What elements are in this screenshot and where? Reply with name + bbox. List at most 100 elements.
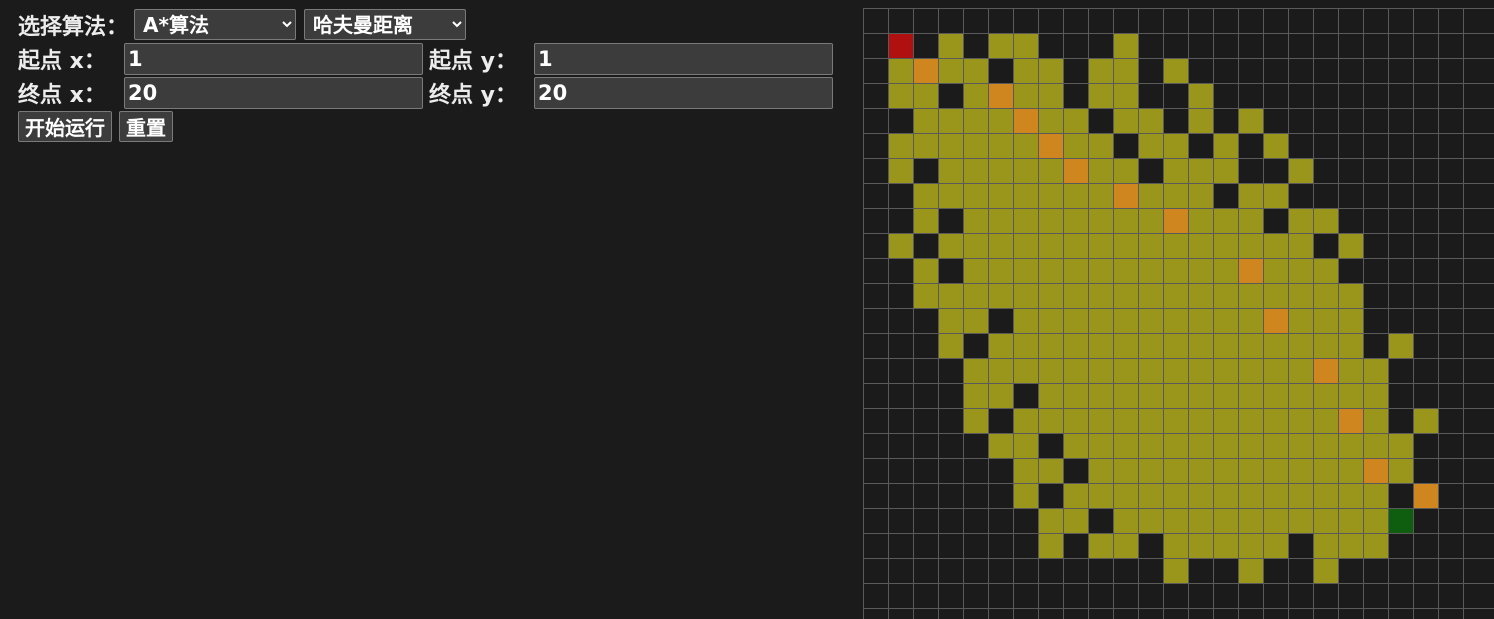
explored-cell[interactable] [1363, 433, 1388, 458]
explored-cell[interactable] [1288, 433, 1313, 458]
explored-cell[interactable] [1363, 358, 1388, 383]
explored-cell[interactable] [1013, 83, 1038, 108]
explored-cell[interactable] [1338, 283, 1363, 308]
path-cell[interactable] [1038, 133, 1063, 158]
explored-cell[interactable] [1238, 233, 1263, 258]
explored-cell[interactable] [938, 308, 963, 333]
explored-cell[interactable] [1238, 183, 1263, 208]
path-cell[interactable] [988, 83, 1013, 108]
explored-cell[interactable] [963, 358, 988, 383]
grid-canvas[interactable] [863, 8, 1494, 619]
explored-cell[interactable] [1013, 158, 1038, 183]
explored-cell[interactable] [1063, 108, 1088, 133]
algorithm-select[interactable]: A*算法 [134, 9, 297, 40]
explored-cell[interactable] [1113, 83, 1138, 108]
explored-cell[interactable] [1238, 208, 1263, 233]
explored-cell[interactable] [1138, 283, 1163, 308]
explored-cell[interactable] [1313, 383, 1338, 408]
explored-cell[interactable] [1238, 483, 1263, 508]
explored-cell[interactable] [1263, 133, 1288, 158]
explored-cell[interactable] [1188, 508, 1213, 533]
explored-cell[interactable] [1013, 433, 1038, 458]
explored-cell[interactable] [1338, 333, 1363, 358]
explored-cell[interactable] [1138, 308, 1163, 333]
end-cell[interactable] [1388, 508, 1413, 533]
explored-cell[interactable] [1138, 508, 1163, 533]
explored-cell[interactable] [1088, 308, 1113, 333]
explored-cell[interactable] [1288, 333, 1313, 358]
explored-cell[interactable] [1138, 408, 1163, 433]
explored-cell[interactable] [1213, 508, 1238, 533]
explored-cell[interactable] [938, 283, 963, 308]
explored-cell[interactable] [1338, 383, 1363, 408]
path-cell[interactable] [1313, 358, 1338, 383]
explored-cell[interactable] [963, 233, 988, 258]
explored-cell[interactable] [963, 133, 988, 158]
explored-cell[interactable] [1188, 208, 1213, 233]
explored-cell[interactable] [1313, 208, 1338, 233]
explored-cell[interactable] [1113, 33, 1138, 58]
explored-cell[interactable] [1213, 533, 1238, 558]
explored-cell[interactable] [1213, 258, 1238, 283]
explored-cell[interactable] [1113, 308, 1138, 333]
explored-cell[interactable] [988, 33, 1013, 58]
explored-cell[interactable] [1238, 458, 1263, 483]
grid-board[interactable] [863, 8, 1494, 619]
explored-cell[interactable] [1038, 208, 1063, 233]
explored-cell[interactable] [1363, 483, 1388, 508]
explored-cell[interactable] [1163, 383, 1188, 408]
explored-cell[interactable] [1013, 308, 1038, 333]
explored-cell[interactable] [1088, 58, 1113, 83]
explored-cell[interactable] [1313, 283, 1338, 308]
explored-cell[interactable] [1363, 408, 1388, 433]
explored-cell[interactable] [1138, 433, 1163, 458]
explored-cell[interactable] [1238, 333, 1263, 358]
explored-cell[interactable] [938, 33, 963, 58]
explored-cell[interactable] [963, 208, 988, 233]
explored-cell[interactable] [1138, 358, 1163, 383]
explored-cell[interactable] [1138, 108, 1163, 133]
explored-cell[interactable] [1113, 408, 1138, 433]
explored-cell[interactable] [1388, 458, 1413, 483]
explored-cell[interactable] [913, 183, 938, 208]
explored-cell[interactable] [1138, 133, 1163, 158]
explored-cell[interactable] [1263, 283, 1288, 308]
explored-cell[interactable] [1288, 358, 1313, 383]
start-y-input[interactable] [534, 42, 833, 75]
explored-cell[interactable] [1113, 108, 1138, 133]
explored-cell[interactable] [1338, 533, 1363, 558]
explored-cell[interactable] [1238, 383, 1263, 408]
explored-cell[interactable] [1213, 408, 1238, 433]
explored-cell[interactable] [1313, 408, 1338, 433]
explored-cell[interactable] [963, 283, 988, 308]
explored-cell[interactable] [1088, 233, 1113, 258]
explored-cell[interactable] [963, 383, 988, 408]
explored-cell[interactable] [1088, 283, 1113, 308]
explored-cell[interactable] [1263, 383, 1288, 408]
path-cell[interactable] [1363, 458, 1388, 483]
explored-cell[interactable] [1013, 483, 1038, 508]
explored-cell[interactable] [1113, 208, 1138, 233]
explored-cell[interactable] [1163, 158, 1188, 183]
explored-cell[interactable] [1063, 433, 1088, 458]
explored-cell[interactable] [1263, 408, 1288, 433]
explored-cell[interactable] [1363, 533, 1388, 558]
explored-cell[interactable] [1338, 458, 1363, 483]
explored-cell[interactable] [1063, 308, 1088, 333]
explored-cell[interactable] [1088, 258, 1113, 283]
explored-cell[interactable] [1038, 358, 1063, 383]
explored-cell[interactable] [1088, 208, 1113, 233]
explored-cell[interactable] [1238, 283, 1263, 308]
explored-cell[interactable] [938, 158, 963, 183]
explored-cell[interactable] [988, 133, 1013, 158]
explored-cell[interactable] [1313, 433, 1338, 458]
explored-cell[interactable] [1038, 308, 1063, 333]
explored-cell[interactable] [1338, 508, 1363, 533]
explored-cell[interactable] [1013, 33, 1038, 58]
explored-cell[interactable] [988, 333, 1013, 358]
path-cell[interactable] [913, 58, 938, 83]
explored-cell[interactable] [913, 83, 938, 108]
explored-cell[interactable] [1213, 483, 1238, 508]
explored-cell[interactable] [1263, 483, 1288, 508]
path-cell[interactable] [1063, 158, 1088, 183]
